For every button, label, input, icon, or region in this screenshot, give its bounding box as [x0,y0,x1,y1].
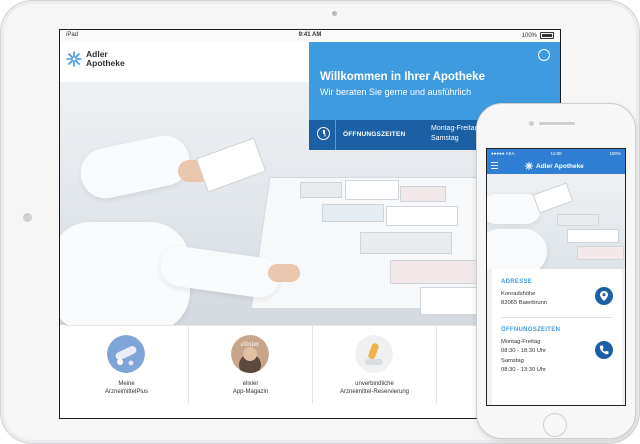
tile-label-line1: elixier [242,381,259,387]
iphone-title-text: Adler Apotheke [536,162,584,170]
iphone-battery: 100% [609,151,621,156]
address-line1: Konradshöhe [501,291,536,297]
prescription-paper [195,137,267,193]
medicine-box [386,206,458,226]
magazine-image: elixier [231,335,269,373]
iphone-home-button[interactable] [543,413,567,437]
medicine-box [300,182,342,198]
address-line2: 82065 Baierbrunn [501,300,548,306]
tile-reservierung[interactable]: unverbindliche Arzneimittel-Reservierung [313,326,437,403]
medication-icon [355,335,393,373]
medicine-box [557,214,599,226]
pharmacy-badge-icon[interactable] [538,49,550,61]
reservation-image [355,335,393,373]
medicine-box [567,229,619,243]
opening-hours-label: ÖFFNUNGSZEITEN [343,131,406,138]
ipad-battery-label: 100% [521,32,537,39]
brand-bar: Adler Apotheke [60,42,308,82]
ipad-battery: 100% [522,32,554,39]
tile-elixier-magazin[interactable]: elixier elixier App-Magazin [189,326,313,403]
divider [501,317,613,318]
welcome-subtitle: Wir beraten Sie gerne und ausführlich [320,87,472,97]
eagle-star-icon [66,51,82,67]
tile-label-line1: unverbindliche [355,381,394,387]
prescription-paper [532,182,574,214]
iphone-screen: ●●●●● AKA 11:00 100% Adler Apotheke ADRE… [486,148,626,406]
address-heading: ADRESSE [501,279,533,285]
pharmacist-arm [487,194,541,224]
hamburger-menu-icon[interactable] [491,162,498,169]
iphone-app-bar: Adler Apotheke [487,158,625,174]
medicine-box [345,180,399,200]
opening-hours-days: Montag-Freitag [431,125,479,132]
tile-label-line2: Arzneimittel-Reservierung [339,389,410,395]
iphone-hero-image [487,174,625,269]
map-pin-icon [600,291,608,301]
iphone-app-title: Adler Apotheke [525,162,584,170]
iphone-camera [529,121,534,126]
welcome-title: Willkommen in Ihrer Apotheke [320,71,485,83]
opening-hours-saturday: Samstag [431,135,459,142]
pills-icon [107,335,145,373]
pharmacist-coat [487,229,547,269]
magazine-icon: elixier [231,335,269,373]
clock-icon [317,127,330,140]
medicine-box [360,232,452,254]
iphone-speaker [539,122,575,125]
hours-time1: 08:30 - 18:30 Uhr [501,348,547,354]
pharmacist-arm [76,131,194,203]
hours-time2: 08:30 - 13:30 Uhr [501,367,547,373]
call-button[interactable] [595,341,613,359]
ipad-status-bar: iPad 9:41 AM 100% [60,30,560,42]
eagle-star-icon [525,162,533,170]
iphone-status-bar: ●●●●● AKA 11:00 100% [487,149,625,158]
tile-label-line1: Meine [118,381,135,387]
contact-card: ADRESSE Konradshöhe 82065 Baierbrunn ÖFF… [492,269,622,405]
pills-image [107,335,145,373]
tile-label-line2: ArzneimittelPlus [104,389,148,395]
ipad-camera [332,11,337,16]
hours-day2: Samstag [501,358,524,364]
battery-icon [540,32,554,39]
divider [335,120,336,150]
logo-text: Adler Apotheke [86,50,125,68]
ipad-home-button[interactable] [23,213,32,222]
medicine-box [577,246,624,260]
iphone-device: ●●●●● AKA 11:00 100% Adler Apotheke ADRE… [476,103,636,439]
magazine-title: elixier [241,340,260,348]
medicine-box [322,204,384,222]
logo[interactable]: Adler Apotheke [66,50,125,68]
phone-icon [599,345,609,355]
ipad-time: 9:41 AM [298,32,322,38]
tile-label-line2: App-Magazin [232,389,269,395]
hours-heading: ÖFFNUNGSZEITEN [501,327,561,333]
hand [268,264,300,282]
iphone-time: 11:00 [550,151,562,156]
tile-arzneimittelplus[interactable]: Meine ArzneimittelPlus [65,326,189,403]
map-pin-button[interactable] [595,287,613,305]
logo-line2: Apotheke [86,58,125,68]
hours-day1: Montag-Freitag [501,339,541,345]
medicine-box [400,186,446,202]
